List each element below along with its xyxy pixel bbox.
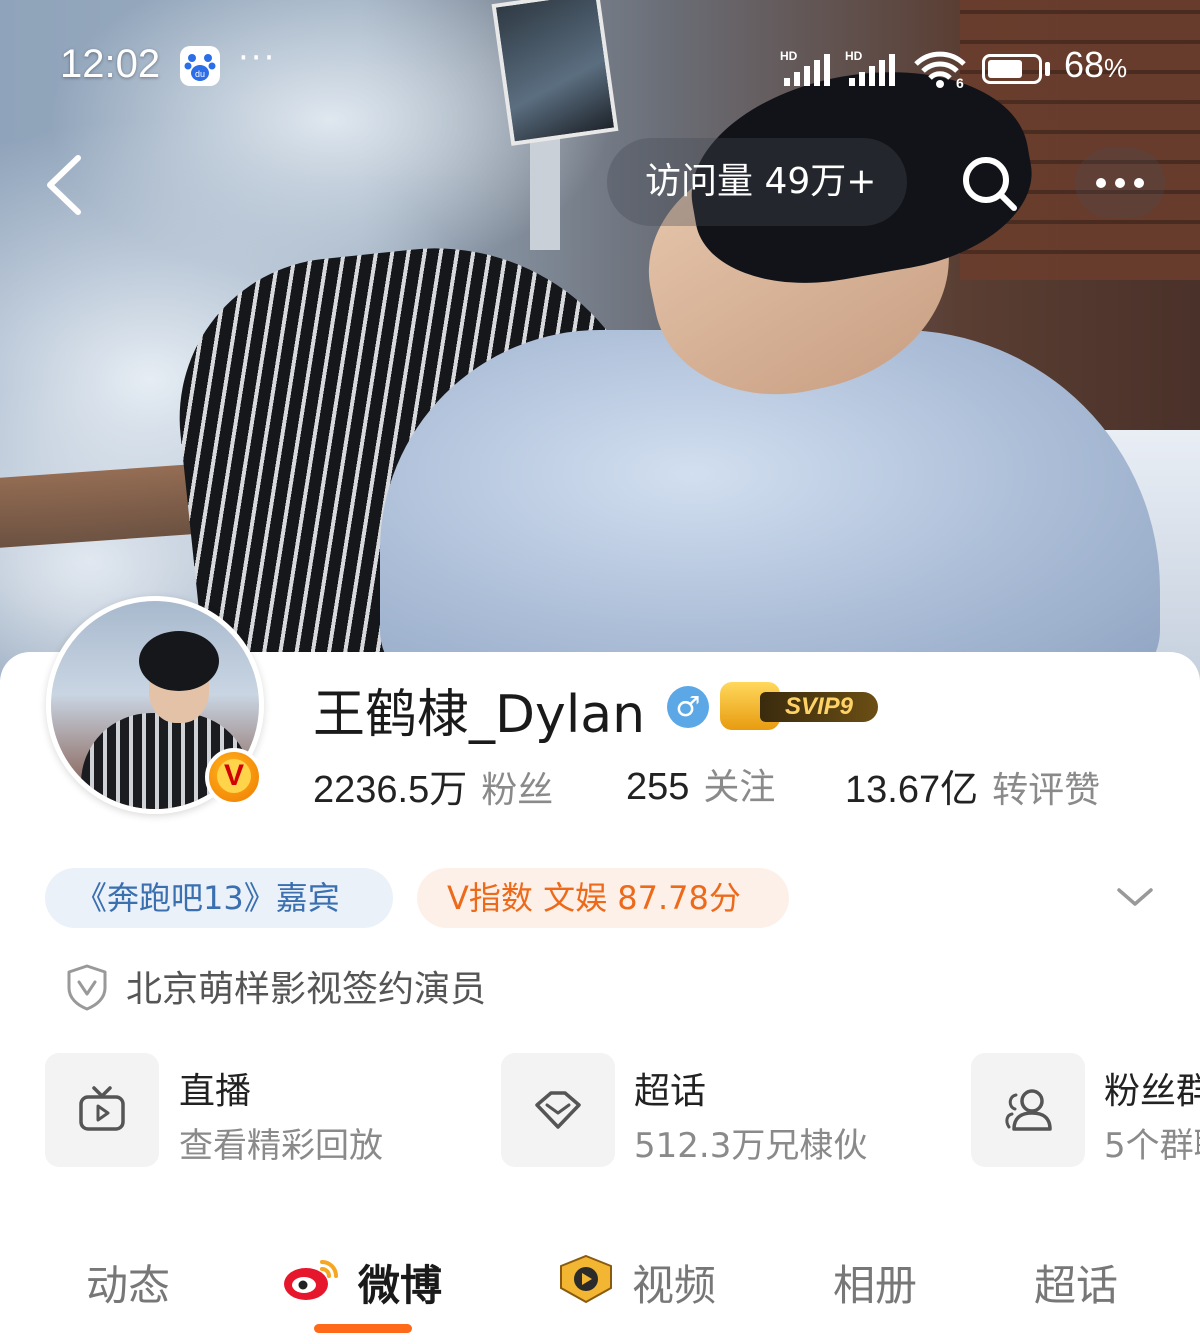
signal-1-icon: HD [780, 50, 830, 86]
wifi-icon: 6 [914, 51, 966, 90]
avatar-hair [139, 631, 219, 691]
group-icon [1005, 1089, 1052, 1131]
live-title[interactable]: 直播 [179, 1062, 251, 1114]
guest-tag[interactable]: 《奔跑吧13》嘉宾 [45, 868, 393, 928]
stat-label: 粉丝 [481, 770, 554, 811]
svip-label: SVIP9 [760, 692, 878, 722]
gender-male-icon: ♂ [667, 686, 709, 728]
battery-value: 68 [1064, 44, 1105, 85]
svg-text:du: du [195, 69, 205, 79]
fan-group-subtitle[interactable]: 5个群聊 [1104, 1118, 1200, 1167]
shield-v-icon [67, 964, 107, 1011]
tab-weibo[interactable]: 微博 [358, 1252, 442, 1313]
stat-followers[interactable]: 2236.5万 粉丝 [313, 758, 553, 813]
wifi-label: 6 [956, 75, 964, 90]
visit-count-pill[interactable]: 访问量 49万+ [607, 138, 907, 226]
more-options-button[interactable] [1075, 148, 1165, 218]
battery-unit: % [1104, 53, 1128, 83]
chevron-down-icon[interactable] [1113, 882, 1157, 912]
active-tab-indicator [314, 1324, 412, 1333]
stat-interactions[interactable]: 13.67亿 转评赞 [845, 758, 1100, 813]
v-index-tag[interactable]: V指数 文娱 87.78分 [417, 868, 789, 928]
video-badge-icon [560, 1254, 612, 1304]
back-icon[interactable] [38, 150, 98, 220]
baidu-app-icon: du [180, 46, 220, 86]
stat-following[interactable]: 255 关注 [626, 758, 775, 810]
status-time: 12:02 [60, 42, 161, 86]
svip-badge[interactable]: SVIP9 [720, 682, 882, 730]
more-dot-icon [1134, 178, 1144, 188]
tab-feed[interactable]: 动态 [86, 1252, 170, 1313]
status-bar: 12:02 du ··· HD HD 6 68% [0, 30, 1200, 106]
verified-badge-label: V [217, 759, 251, 794]
battery-percent: 68% [1064, 44, 1127, 86]
stat-label: 转评赞 [992, 770, 1101, 811]
live-subtitle[interactable]: 查看精彩回放 [179, 1118, 383, 1167]
status-more-icon: ··· [238, 38, 277, 78]
stat-value: 13.67亿 [845, 769, 979, 811]
tab-super-topic[interactable]: 超话 [1034, 1252, 1118, 1313]
stat-value: 255 [626, 766, 690, 808]
stat-value: 2236.5万 [313, 769, 468, 811]
tv-play-icon [79, 1086, 125, 1131]
fan-group-tile[interactable] [971, 1053, 1085, 1167]
signal-2-icon: HD [845, 50, 895, 86]
more-dot-icon [1115, 178, 1125, 188]
search-icon[interactable] [956, 150, 1022, 216]
certification-text: 北京萌样影视签约演员 [126, 969, 487, 1010]
battery-tip [1045, 62, 1050, 76]
signal-1-label: HD [780, 50, 798, 63]
cover-pole [530, 120, 560, 250]
fan-group-title[interactable]: 粉丝群 [1104, 1062, 1200, 1114]
stat-label: 关注 [703, 767, 776, 808]
super-topic-title[interactable]: 超话 [634, 1062, 706, 1114]
tab-video[interactable]: 视频 [632, 1252, 716, 1313]
battery-icon [982, 54, 1042, 84]
diamond-icon [535, 1091, 581, 1129]
super-topic-tile[interactable] [501, 1053, 615, 1167]
super-topic-subtitle[interactable]: 512.3万兄棣伙 [634, 1118, 867, 1167]
more-dot-icon [1096, 178, 1106, 188]
weibo-logo-icon [284, 1260, 338, 1300]
tab-album[interactable]: 相册 [833, 1252, 917, 1313]
verified-badge-icon: V [205, 748, 263, 806]
user-name: 王鹤棣_Dylan [313, 685, 646, 745]
signal-2-label: HD [845, 50, 863, 63]
live-tile[interactable] [45, 1053, 159, 1167]
